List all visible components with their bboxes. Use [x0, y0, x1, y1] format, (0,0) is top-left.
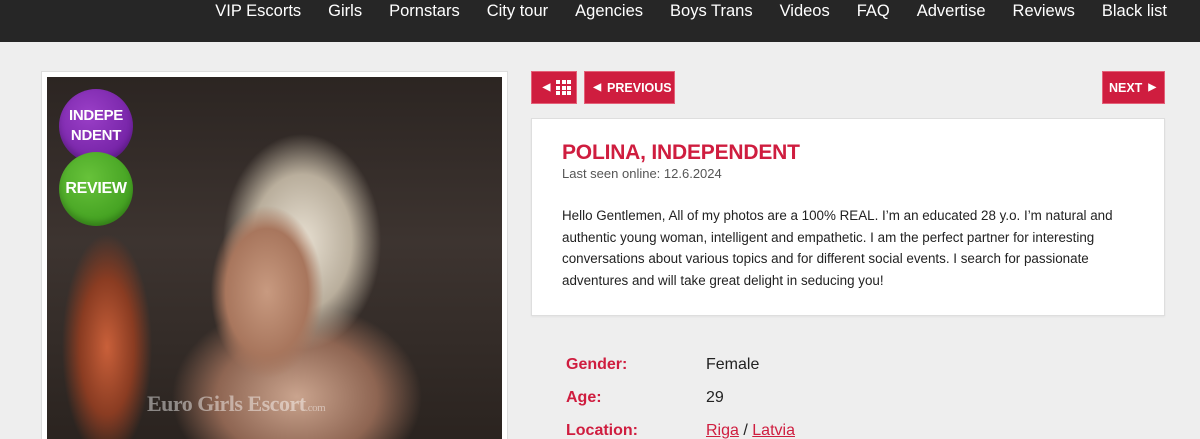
age-value: 29: [706, 389, 724, 406]
next-button[interactable]: NEXT ▶: [1102, 71, 1165, 104]
profile-description: Hello Gentlemen, All of my photos are a …: [562, 208, 1113, 288]
gender-label: Gender:: [566, 356, 628, 373]
grid-icon: [556, 80, 572, 95]
country-link[interactable]: Latvia: [752, 422, 795, 439]
chevron-left-icon: ◀: [542, 82, 551, 93]
city-link[interactable]: Riga: [706, 422, 739, 439]
chevron-left-icon: ◀: [593, 82, 602, 93]
nav-item-faq[interactable]: FAQ: [857, 0, 890, 22]
last-seen-text: Last seen online: 12.6.2024: [562, 166, 722, 181]
next-label: NEXT: [1108, 80, 1143, 95]
nav-menu: VIP Escorts Girls Pornstars City tour Ag…: [188, 0, 1167, 22]
photo-watermark: Euro Girls Escort.com: [147, 391, 326, 416]
profile-title: POLINA, INDEPENDENT: [562, 141, 800, 164]
location-separator: /: [743, 422, 748, 439]
previous-label: PREVIOUS: [607, 80, 672, 95]
profile-card: POLINA, INDEPENDENT Last seen online: 12…: [531, 118, 1165, 316]
nav-item-advertise[interactable]: Advertise: [917, 0, 986, 22]
nav-item-pornstars[interactable]: Pornstars: [389, 0, 460, 22]
nav-item-boys-trans[interactable]: Boys Trans: [670, 0, 753, 22]
nav-item-black-list[interactable]: Black list: [1102, 0, 1167, 22]
nav-item-vip-escorts[interactable]: VIP Escorts: [215, 0, 301, 22]
nav-item-girls[interactable]: Girls: [328, 0, 362, 22]
nav-item-videos[interactable]: Videos: [780, 0, 830, 22]
location-value: Riga / Latvia: [706, 422, 795, 439]
nav-item-reviews[interactable]: Reviews: [1013, 0, 1075, 22]
gender-value: Female: [706, 356, 760, 373]
nav-item-city-tour[interactable]: City tour: [487, 0, 548, 22]
top-navigation: VIP Escorts Girls Pornstars City tour Ag…: [0, 0, 1200, 42]
previous-button[interactable]: ◀ PREVIOUS: [584, 71, 675, 104]
review-badge[interactable]: REVIEW: [59, 152, 133, 226]
gallery-grid-button[interactable]: ◀: [531, 71, 577, 104]
nav-item-agencies[interactable]: Agencies: [575, 0, 643, 22]
location-label: Location:: [566, 422, 638, 439]
age-label: Age:: [566, 389, 602, 406]
chevron-right-icon: ▶: [1148, 82, 1157, 93]
